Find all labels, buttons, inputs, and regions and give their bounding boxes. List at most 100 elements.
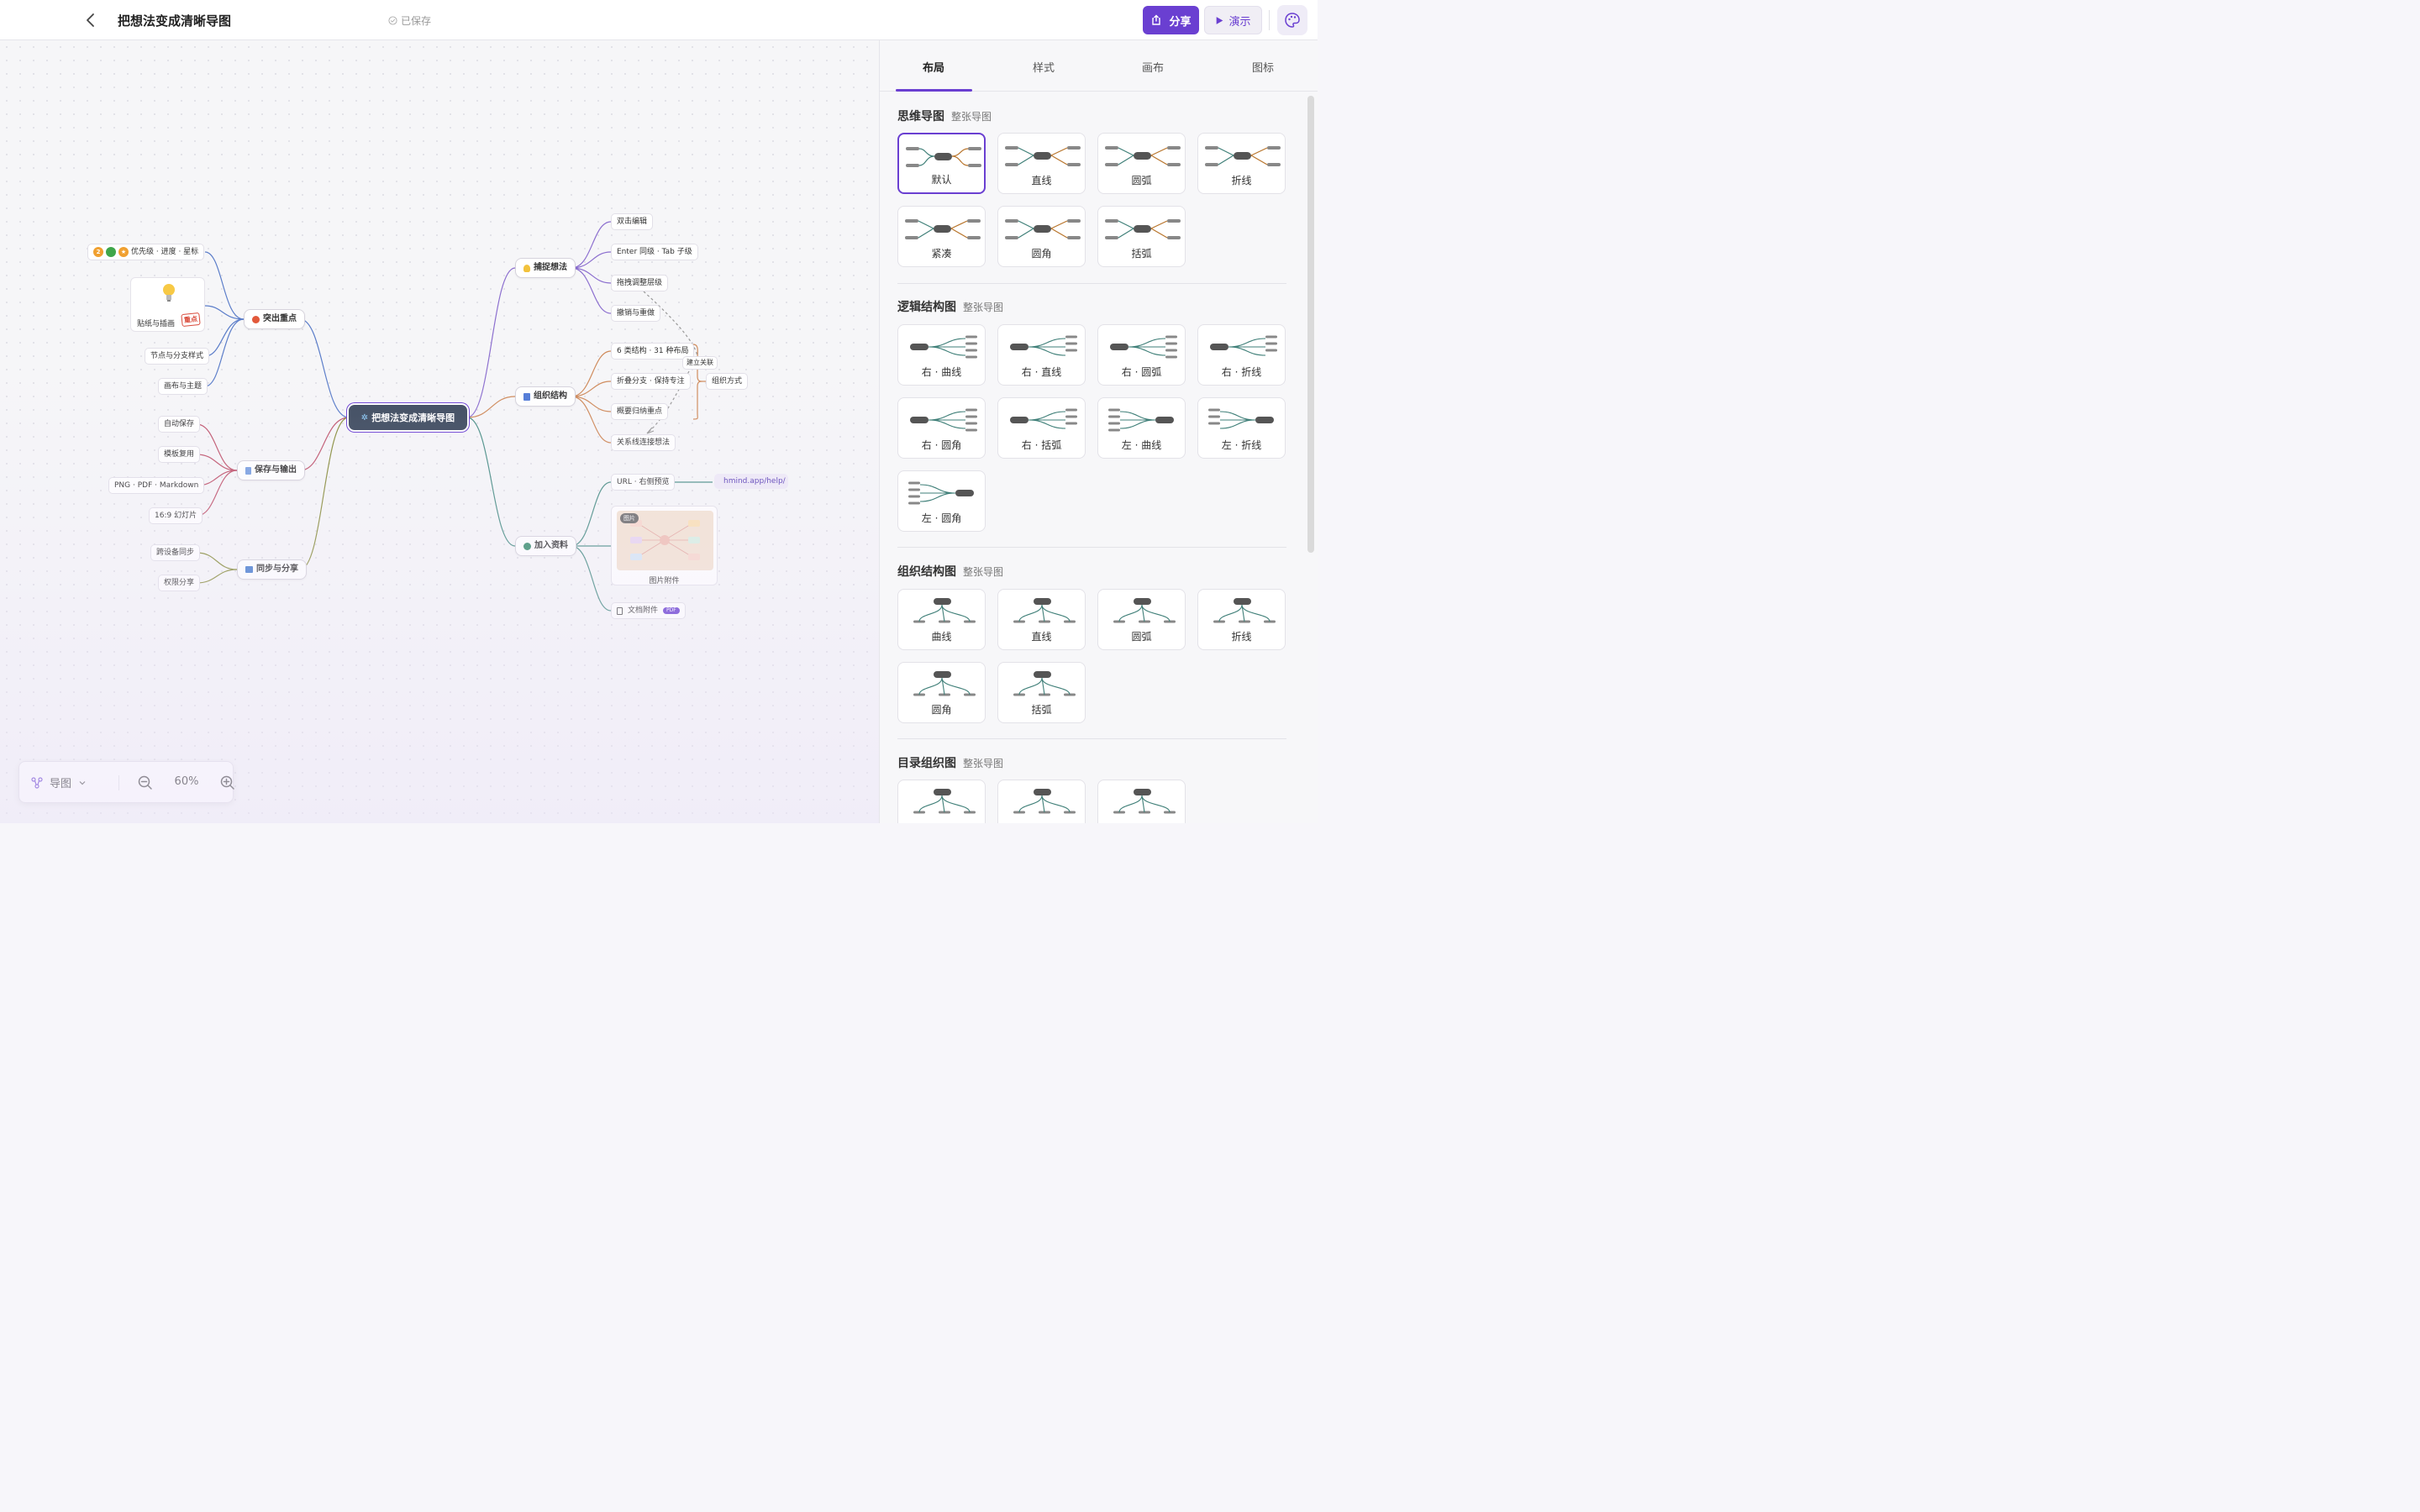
- layout-option-label: 圆弧: [1131, 631, 1152, 643]
- section-divider: [897, 738, 1286, 739]
- child-node[interactable]: 画布与主题: [158, 378, 208, 395]
- priority-badge: 2: [93, 247, 103, 257]
- summary-node[interactable]: 组织方式: [706, 373, 749, 390]
- child-node[interactable]: 6 类结构 · 31 种布局: [611, 343, 695, 360]
- child-node[interactable]: URL · 右侧预览: [611, 474, 676, 491]
- child-node[interactable]: 16:9 幻灯片: [149, 507, 203, 524]
- share-button[interactable]: 分享: [1143, 6, 1199, 34]
- main-node-materials[interactable]: 加入资料: [515, 536, 576, 556]
- layout-option-2-2[interactable]: 圆弧: [1097, 589, 1186, 650]
- document-title[interactable]: 把想法变成清晰导图: [118, 12, 231, 29]
- child-label: 画布与主题: [164, 381, 203, 391]
- check-circle-icon: [388, 16, 397, 25]
- child-node[interactable]: 节点与分支样式: [145, 348, 210, 365]
- relation-label[interactable]: 建立关联: [682, 356, 718, 370]
- tab-icons[interactable]: 图标: [1225, 59, 1301, 75]
- panel-scrollbar[interactable]: [1307, 96, 1314, 553]
- image-attachment-node[interactable]: 图片 图片附件: [611, 506, 718, 585]
- zoom-in-icon[interactable]: [219, 774, 236, 791]
- app-window: 把想法变成清晰导图 已保存 分享 演示 ✲ 把想法变成清晰导图 突出重点 保存与…: [0, 0, 1318, 823]
- sparkle-icon: ✲: [360, 412, 369, 423]
- child-label: Enter 同级 · Tab 子级: [617, 247, 692, 256]
- child-label: 跨设备同步: [156, 548, 195, 557]
- layout-option-3-1[interactable]: [997, 780, 1086, 823]
- layout-option-0-5[interactable]: 圆角: [997, 206, 1086, 267]
- layout-option-1-6[interactable]: 左 · 曲线: [1097, 397, 1186, 459]
- theme-button[interactable]: [1277, 5, 1307, 35]
- palette-icon: [1285, 13, 1300, 28]
- sticker-node[interactable]: 贴纸与插画 重点: [130, 277, 205, 332]
- child-label: 折叠分支 · 保持专注: [617, 376, 685, 386]
- child-node[interactable]: 权限分享: [158, 575, 201, 591]
- layout-option-2-1[interactable]: 直线: [997, 589, 1086, 650]
- document-attachment-node[interactable]: 文档附件 PDF: [611, 602, 686, 619]
- tab-canvas[interactable]: 画布: [1115, 59, 1191, 75]
- layout-option-0-0[interactable]: 默认: [897, 133, 986, 194]
- layout-option-2-5[interactable]: 括弧: [997, 662, 1086, 723]
- tab-style[interactable]: 样式: [1006, 59, 1081, 75]
- saved-label: 已保存: [401, 15, 432, 27]
- layout-option-0-1[interactable]: 直线: [997, 133, 1086, 194]
- view-mode-label: 导图: [50, 778, 72, 790]
- child-node[interactable]: 双击编辑: [611, 213, 654, 230]
- child-label: 关系线连接想法: [617, 438, 671, 447]
- view-mode-dropdown[interactable]: 导图: [31, 774, 87, 790]
- main-node-sync-share[interactable]: 同步与分享: [237, 559, 307, 580]
- layout-option-1-4[interactable]: 右 · 圆角: [897, 397, 986, 459]
- child-node[interactable]: 2 ★ 优先级 · 进度 · 星标: [87, 244, 205, 260]
- chevron-left-icon[interactable]: [82, 12, 99, 29]
- url-link-node[interactable]: hmind.app/help/: [714, 474, 788, 489]
- layout-option-1-2[interactable]: 右 · 圆弧: [1097, 324, 1186, 386]
- layout-option-2-0[interactable]: 曲线: [897, 589, 986, 650]
- zoom-level[interactable]: 60%: [169, 775, 204, 788]
- child-node[interactable]: 自动保存: [158, 416, 201, 433]
- layout-panel: 布局 样式 画布 图标 思维导图 整张导图 逻辑结构图 整张导图 组织结构图 整张导图…: [879, 40, 1318, 823]
- layout-option-1-8[interactable]: 左 · 圆角: [897, 470, 986, 532]
- child-node[interactable]: 撤销与重做: [611, 305, 661, 322]
- layout-option-label: 圆角: [931, 704, 952, 716]
- main-node-capture[interactable]: 捕捉想法: [515, 258, 576, 278]
- section-title-logic: 逻辑结构图 整张导图: [897, 298, 1003, 315]
- main-node-save-export[interactable]: 保存与输出: [237, 460, 305, 480]
- child-node[interactable]: 模板复用: [158, 446, 201, 463]
- child-node[interactable]: Enter 同级 · Tab 子级: [611, 244, 698, 260]
- child-node[interactable]: 折叠分支 · 保持专注: [611, 373, 691, 390]
- layout-option-1-3[interactable]: 右 · 折线: [1197, 324, 1286, 386]
- layout-option-2-4[interactable]: 圆角: [897, 662, 986, 723]
- section-title-mindmap: 思维导图 整张导图: [897, 108, 992, 124]
- saved-status: 已保存: [388, 13, 431, 28]
- layout-option-label: 右 · 直线: [1021, 366, 1062, 378]
- active-tab-indicator: [896, 89, 972, 92]
- layout-option-0-2[interactable]: 圆弧: [1097, 133, 1186, 194]
- layout-option-3-2[interactable]: [1097, 780, 1186, 823]
- section-scope: 整张导图: [951, 111, 992, 123]
- layout-option-0-6[interactable]: 括弧: [1097, 206, 1186, 267]
- child-node[interactable]: 跨设备同步: [150, 544, 201, 561]
- child-node[interactable]: 概要归纳重点: [611, 403, 669, 420]
- main-node-label: 捕捉想法: [534, 263, 567, 272]
- layout-option-3-0[interactable]: [897, 780, 986, 823]
- mindmap-canvas[interactable]: ✲ 把想法变成清晰导图 突出重点 保存与输出 同步与分享 2 ★ 优先级 · 进…: [0, 40, 879, 823]
- present-button[interactable]: 演示: [1204, 6, 1262, 34]
- section-title-org: 组织结构图 整张导图: [897, 563, 1003, 580]
- child-label: 文档附件: [628, 606, 659, 615]
- tab-layout[interactable]: 布局: [896, 59, 971, 75]
- main-node-label: 突出重点: [263, 314, 297, 323]
- main-node-organize[interactable]: 组织结构: [515, 386, 576, 407]
- child-node[interactable]: 拖拽调整层级: [611, 275, 669, 291]
- layout-option-1-0[interactable]: 右 · 曲线: [897, 324, 986, 386]
- zoom-divider: [118, 775, 119, 790]
- layout-option-0-4[interactable]: 紧凑: [897, 206, 986, 267]
- layout-thumbnail: [913, 789, 976, 814]
- main-node-label: 加入资料: [534, 541, 568, 550]
- layout-option-1-5[interactable]: 右 · 括弧: [997, 397, 1086, 459]
- layout-option-2-3[interactable]: 折线: [1197, 589, 1286, 650]
- layout-option-1-7[interactable]: 左 · 折线: [1197, 397, 1286, 459]
- root-node[interactable]: ✲ 把想法变成清晰导图: [349, 405, 467, 430]
- layout-option-0-3[interactable]: 折线: [1197, 133, 1286, 194]
- child-node[interactable]: 关系线连接想法: [611, 434, 676, 451]
- zoom-out-icon[interactable]: [137, 774, 154, 791]
- main-node-highlight[interactable]: 突出重点: [244, 309, 305, 329]
- child-node[interactable]: PNG · PDF · Markdown: [108, 477, 205, 494]
- layout-option-1-1[interactable]: 右 · 直线: [997, 324, 1086, 386]
